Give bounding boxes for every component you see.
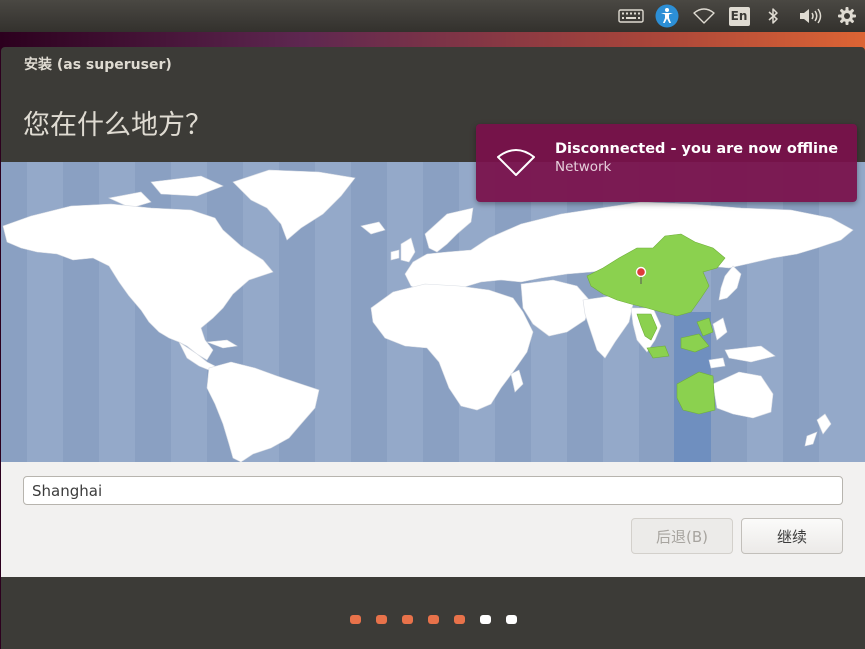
wifi-icon bbox=[496, 147, 536, 179]
progress-dot bbox=[506, 615, 517, 624]
language-label: En bbox=[728, 6, 750, 26]
continue-button[interactable]: 继续 bbox=[741, 518, 843, 554]
bluetooth-icon[interactable] bbox=[764, 4, 782, 28]
back-button[interactable]: 后退(B) bbox=[631, 518, 733, 554]
progress-dot bbox=[402, 615, 413, 624]
progress-dot bbox=[480, 615, 491, 624]
location-input[interactable] bbox=[23, 476, 843, 505]
window-title: 安装 (as superuser) bbox=[24, 57, 172, 73]
progress-dot bbox=[428, 615, 439, 624]
network-notification: Disconnected - you are now offline Netwo… bbox=[476, 124, 857, 202]
progress-dot bbox=[350, 615, 361, 624]
accessibility-icon[interactable] bbox=[654, 4, 680, 28]
window-title-bar: 安装 (as superuser) bbox=[1, 47, 865, 81]
top-panel: En bbox=[0, 0, 865, 32]
keyboard-icon[interactable] bbox=[617, 4, 645, 28]
language-indicator[interactable]: En bbox=[728, 4, 750, 28]
progress-dot bbox=[454, 615, 465, 624]
progress-dots bbox=[1, 615, 865, 627]
location-form: 后退(B) 继续 bbox=[1, 462, 865, 577]
volume-icon[interactable] bbox=[798, 4, 824, 28]
wifi-icon[interactable] bbox=[692, 4, 716, 28]
notification-body: Network bbox=[555, 159, 612, 175]
settings-gear-icon[interactable] bbox=[836, 4, 858, 28]
notification-title: Disconnected - you are now offline bbox=[555, 141, 839, 157]
page-heading: 您在什么地方？ bbox=[23, 110, 212, 141]
progress-dot bbox=[376, 615, 387, 624]
timezone-map[interactable] bbox=[1, 162, 865, 463]
